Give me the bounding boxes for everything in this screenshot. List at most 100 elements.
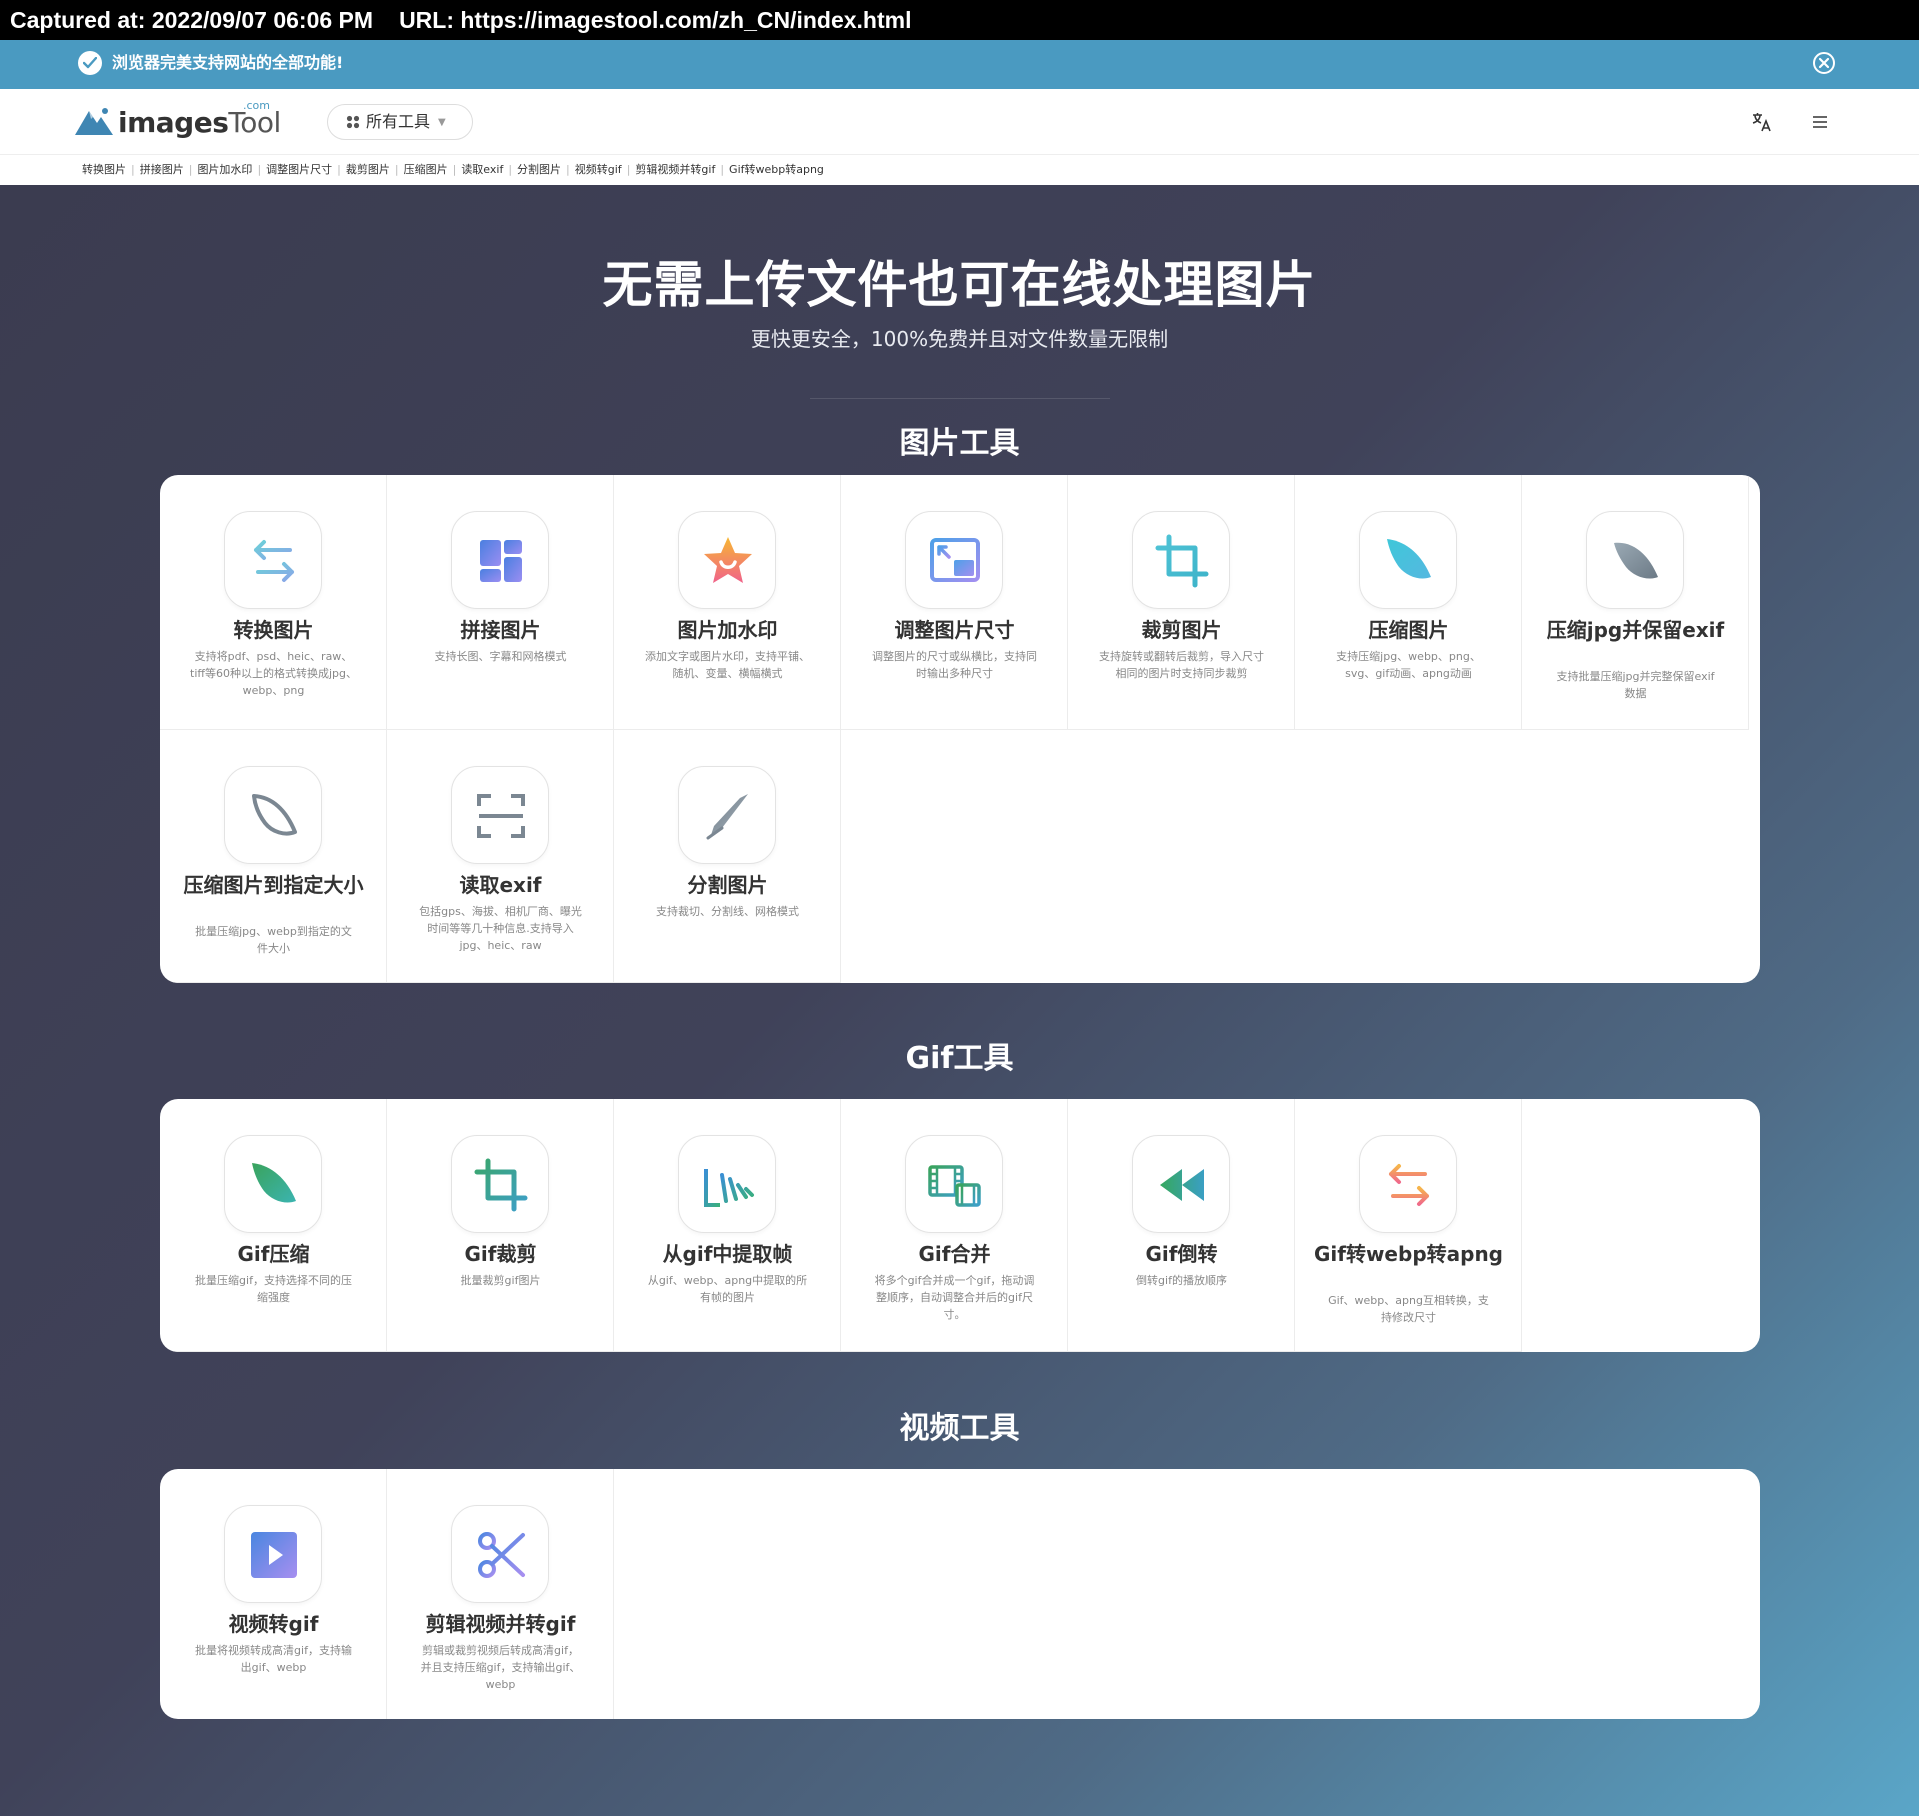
translate-icon[interactable] <box>1750 110 1774 134</box>
tool-title: 转换图片 <box>233 618 314 642</box>
logo-com: .com <box>243 99 270 112</box>
section-title-gif-tools: Gif工具 <box>905 1041 1014 1076</box>
tool-desc: 批量裁剪gif图片 <box>460 1274 541 1287</box>
image-tools-panel: 转换图片 支持将pdf、psd、heic、raw、tiff等60种以上的格式转换… <box>160 475 1760 983</box>
quick-links-bar: 转换图片 | 拼接图片 | 图片加水印 | 调整图片尺寸 | 裁剪图片 | 压缩图片 | 读取exif |… <box>0 155 1919 185</box>
tool-card-gif-reverse[interactable]: Gif倒转 倒转gif的播放顺序 <box>1068 1099 1295 1352</box>
capture-info-bar: Captured at: 2022/09/07 06:06 PM URL: htt… <box>0 0 1919 40</box>
tool-desc: 批量压缩gif，支持选择不同的压缩强度 <box>195 1274 352 1304</box>
tool-title: Gif倒转 <box>1145 1242 1218 1266</box>
quick-link[interactable]: 压缩图片 <box>404 163 448 176</box>
tool-title: 从gif中提取帧 <box>662 1242 793 1266</box>
scan-icon <box>451 766 549 864</box>
tool-card-compress-size[interactable]: 压缩图片到指定大小 批量压缩jpg、webp到指定的文件大小 <box>160 730 387 983</box>
chevron-down-icon: ▼ <box>438 117 446 128</box>
quick-link[interactable]: 拼接图片 <box>140 163 184 176</box>
quick-link[interactable]: 视频转gif <box>575 163 622 176</box>
divider <box>810 398 1110 399</box>
section-title-image-tools: 图片工具 <box>899 426 1020 461</box>
captured-at-text: Captured at: 2022/09/07 06:06 PM <box>10 7 374 33</box>
quick-link[interactable]: 图片加水印 <box>197 163 252 176</box>
tool-card-resize[interactable]: 调整图片尺寸 调整图片的尺寸或纵横比，支持同时输出多种尺寸 <box>841 475 1068 730</box>
tool-title: 图片加水印 <box>677 618 778 642</box>
close-circle-icon[interactable] <box>1812 51 1836 75</box>
extract-frames-icon <box>678 1135 776 1233</box>
tool-desc: 批量将视频转成高清gif，支持输出gif、webp <box>195 1644 352 1674</box>
tool-card-stitch[interactable]: 拼接图片 支持长图、字幕和网格模式 <box>387 475 614 730</box>
all-tools-dropdown[interactable]: 所有工具 ▼ <box>327 104 473 140</box>
capture-url-text: URL: https://imagestool.com/zh_CN/index.… <box>399 7 912 33</box>
tool-card-watermark[interactable]: 图片加水印 添加文字或图片水印，支持平铺、随机、变量、横幅横式 <box>614 475 841 730</box>
tool-card-video-edit-gif[interactable]: 剪辑视频并转gif 剪辑或裁剪视频后转成高清gif，并且支持压缩gif，支持输出… <box>387 1469 614 1719</box>
section-title-video-tools: 视频工具 <box>899 1411 1020 1446</box>
tool-desc: 从gif、webp、apng中提取的所有帧的图片 <box>647 1274 808 1304</box>
tool-title: Gif转webp转apng <box>1313 1242 1503 1266</box>
tool-title: 分割图片 <box>687 873 768 897</box>
convert-orange-icon <box>1359 1135 1457 1233</box>
tool-desc: 剪辑或裁剪视频后转成高清gif，并且支持压缩gif，支持输出gif、webp <box>420 1644 581 1691</box>
rewind-icon <box>1132 1135 1230 1233</box>
resize-icon <box>905 511 1003 609</box>
tool-desc: 支持压缩jpg、webp、png、svg、gif动画、apng动画 <box>1336 650 1481 680</box>
tool-title: 拼接图片 <box>460 618 541 642</box>
hero-subtitle: 更快更安全，100%免费并且对文件数量无限制 <box>750 327 1169 351</box>
tool-desc: 将多个gif合并成一个gif，拖动调整顺序，自动调整合并后的gif尺寸。 <box>874 1274 1035 1321</box>
tool-title: 视频转gif <box>228 1612 319 1636</box>
quick-link[interactable]: Gif转webp转apng <box>729 163 824 176</box>
tool-card-gif-webp-apng[interactable]: Gif转webp转apng Gif、webp、apng互相转换，支持修改尺寸 <box>1295 1099 1522 1352</box>
tool-title: 压缩jpg并保留exif <box>1546 618 1725 642</box>
logo-mark-icon <box>75 108 113 135</box>
tool-title: 剪辑视频并转gif <box>425 1612 576 1636</box>
site-header: imagesTool .com 所有工具 ▼ <box>0 89 1919 155</box>
crop-green-icon <box>451 1135 549 1233</box>
crop-icon <box>1132 511 1230 609</box>
tool-card-exif[interactable]: 读取exif 包括gps、海拔、相机厂商、曝光时间等等几十种信息.支持导入jpg… <box>387 730 614 983</box>
notice-message: 浏览器完美支持网站的全部功能! <box>112 53 344 72</box>
browser-support-notice: 浏览器完美支持网站的全部功能! <box>0 40 1919 89</box>
video-tools-panel: 视频转gif 批量将视频转成高清gif，支持输出gif、webp 剪辑视频并转g… <box>160 1469 1760 1719</box>
grid-layout-icon <box>451 511 549 609</box>
tool-card-crop[interactable]: 裁剪图片 支持旋转或翻转后裁剪，导入尺寸相同的图片时支持同步裁剪 <box>1068 475 1295 730</box>
star-icon <box>678 511 776 609</box>
site-logo[interactable]: imagesTool .com <box>75 99 285 145</box>
quick-link[interactable]: 裁剪图片 <box>346 163 390 176</box>
tool-desc: 支持长图、字幕和网格模式 <box>434 650 567 663</box>
tool-card-gif-compress[interactable]: Gif压缩 批量压缩gif，支持选择不同的压缩强度 <box>160 1099 387 1352</box>
tool-title: Gif压缩 <box>237 1242 310 1266</box>
quick-link[interactable]: 剪辑视频并转gif <box>635 163 715 176</box>
leaf-green-icon <box>224 1135 322 1233</box>
tool-card-gif-merge[interactable]: Gif合并 将多个gif合并成一个gif，拖动调整顺序，自动调整合并后的gif尺… <box>841 1099 1068 1352</box>
main-content: 无需上传文件也可在线处理图片 更快更安全，100%免费并且对文件数量无限制 图片… <box>0 185 1919 1816</box>
tool-desc: 支持批量压缩jpg并完整保留exif数据 <box>1556 670 1715 700</box>
leaf-outline-icon <box>224 766 322 864</box>
tool-desc: Gif、webp、apng互相转换，支持修改尺寸 <box>1328 1294 1489 1324</box>
tool-card-compress-exif[interactable]: 压缩jpg并保留exif 支持批量压缩jpg并完整保留exif数据 <box>1522 475 1749 730</box>
quick-link[interactable]: 转换图片 <box>82 163 126 176</box>
tool-title: 压缩图片到指定大小 <box>183 873 364 897</box>
hamburger-menu-icon[interactable] <box>1808 110 1832 134</box>
tool-title: 调整图片尺寸 <box>894 618 1015 642</box>
tool-desc: 支持旋转或翻转后裁剪，导入尺寸相同的图片时支持同步裁剪 <box>1099 650 1264 680</box>
hero-title: 无需上传文件也可在线处理图片 <box>602 256 1317 314</box>
tool-card-gif-extract[interactable]: 从gif中提取帧 从gif、webp、apng中提取的所有帧的图片 <box>614 1099 841 1352</box>
quick-link[interactable]: 分割图片 <box>517 163 561 176</box>
tool-desc: 批量压缩jpg、webp到指定的文件大小 <box>195 925 352 955</box>
quick-link[interactable]: 读取exif <box>461 163 503 176</box>
tool-title: Gif裁剪 <box>464 1242 537 1266</box>
tool-desc: 支持裁切、分割线、网格模式 <box>656 905 799 918</box>
tool-card-split[interactable]: 分割图片 支持裁切、分割线、网格模式 <box>614 730 841 983</box>
convert-arrows-icon <box>224 511 322 609</box>
tool-card-gif-crop[interactable]: Gif裁剪 批量裁剪gif图片 <box>387 1099 614 1352</box>
knife-icon <box>678 766 776 864</box>
tool-title: 读取exif <box>459 873 542 897</box>
quick-link[interactable]: 调整图片尺寸 <box>266 163 332 176</box>
tool-desc: 包括gps、海拔、相机厂商、曝光时间等等几十种信息.支持导入jpg、heic、r… <box>419 905 582 952</box>
tool-title: 压缩图片 <box>1368 618 1449 642</box>
tool-card-video-gif[interactable]: 视频转gif 批量将视频转成高清gif，支持输出gif、webp <box>160 1469 387 1719</box>
film-merge-icon <box>905 1135 1003 1233</box>
gif-tools-panel: Gif压缩 批量压缩gif，支持选择不同的压缩强度 Gif裁剪 批量裁剪gif图… <box>160 1099 1760 1352</box>
tool-desc: 调整图片的尺寸或纵横比，支持同时输出多种尺寸 <box>872 650 1037 680</box>
tool-card-compress[interactable]: 压缩图片 支持压缩jpg、webp、png、svg、gif动画、apng动画 <box>1295 475 1522 730</box>
check-circle-icon <box>78 51 102 75</box>
tool-card-convert[interactable]: 转换图片 支持将pdf、psd、heic、raw、tiff等60种以上的格式转换… <box>160 475 387 730</box>
